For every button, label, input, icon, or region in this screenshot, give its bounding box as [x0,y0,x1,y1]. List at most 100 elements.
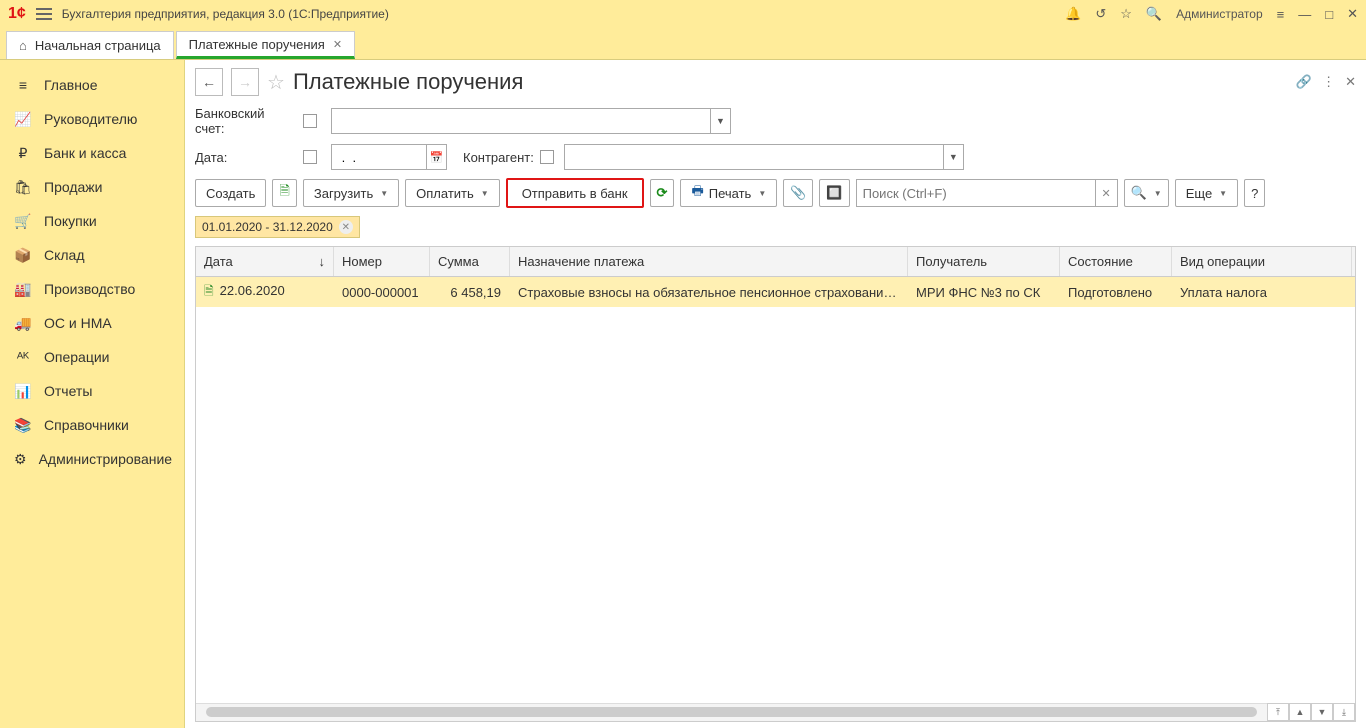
chevron-down-icon: ▼ [380,189,388,198]
th-number[interactable]: Номер [334,247,430,276]
pay-button[interactable]: Оплатить▼ [405,179,500,207]
tab-home[interactable]: ⌂ Начальная страница [6,31,174,59]
th-recipient[interactable]: Получатель [908,247,1060,276]
tab-payment-orders[interactable]: Платежные поручения ✕ [176,31,355,59]
chevron-down-icon: ▼ [1219,189,1227,198]
main-menu-icon[interactable] [36,8,52,20]
calendar-icon[interactable]: 📅 [427,144,447,170]
th-label: Номер [342,254,382,269]
ops-icon: ᴬᴷ [14,349,32,365]
cell-number: 0000-000001 [334,285,430,300]
counterparty-checkbox[interactable] [540,150,554,164]
sidebar-item-main[interactable]: ≡Главное [0,68,184,102]
app-title: Бухгалтерия предприятия, редакция 3.0 (1… [62,7,1055,21]
user-label[interactable]: Администратор [1176,7,1263,21]
send-to-bank-button[interactable]: Отправить в банк [506,178,644,208]
sidebar-item-label: Банк и касса [44,145,126,161]
th-operation[interactable]: Вид операции [1172,247,1352,276]
bank-account-input[interactable] [331,108,711,134]
search-input[interactable] [856,179,1096,207]
scroll-up-button[interactable]: ▲ [1289,703,1311,721]
th-label: Состояние [1068,254,1133,269]
related-button[interactable]: 🔲 [819,179,849,207]
sidebar-item-label: Операции [44,349,110,365]
search-icon: 🔍 [1131,185,1147,201]
search-button[interactable]: 🔍▼ [1124,179,1169,207]
tab-active-label: Платежные поручения [189,37,325,52]
more-button[interactable]: Еще▼ [1175,179,1238,207]
search-clear-button[interactable]: ✕ [1096,179,1118,207]
th-label: Назначение платежа [518,254,644,269]
table-row[interactable]: 🗎22.06.2020 0000-000001 6 458,19 Страхов… [196,277,1355,307]
cell-state: Подготовлено [1060,285,1172,300]
scroll-down-button[interactable]: ▼ [1311,703,1333,721]
th-sum[interactable]: Сумма [430,247,510,276]
sidebar-item-label: Продажи [44,179,102,195]
nav-forward-button[interactable]: → [231,68,259,96]
sidebar-item-purchases[interactable]: 🛒Покупки [0,204,184,238]
minimize-icon[interactable]: — [1298,7,1311,22]
sidebar-item-references[interactable]: 📚 Справочники [0,408,184,442]
th-purpose[interactable]: Назначение платежа [510,247,908,276]
scroll-top-button[interactable]: ⤒ [1267,703,1289,721]
copy-button[interactable]: 🗎 [272,179,296,207]
nav-back-button[interactable]: ← [195,68,223,96]
app-logo: 1¢ [8,5,26,23]
bank-account-checkbox[interactable] [303,114,317,128]
tab-close-icon[interactable]: ✕ [333,38,342,51]
bell-icon[interactable]: 🔔 [1065,6,1081,22]
sidebar-item-admin[interactable]: ⚙Администрирование [0,442,184,476]
barchart-icon: 📊 [14,383,32,400]
bank-account-dropdown-icon[interactable]: ▼ [711,108,731,134]
settings-icon[interactable]: ≡ [1277,7,1285,22]
link-icon[interactable]: 🔗 [1296,74,1312,90]
sidebar-item-warehouse[interactable]: 📦Склад [0,238,184,272]
counterparty-input[interactable] [564,144,944,170]
sidebar-item-label: ОС и НМА [44,315,112,331]
help-button[interactable]: ? [1244,179,1265,207]
counterparty-dropdown-icon[interactable]: ▼ [944,144,964,170]
close-page-icon[interactable]: ✕ [1345,74,1356,90]
favorite-icon[interactable]: ☆ [1120,6,1132,22]
button-label: Загрузить [314,186,373,201]
home-icon: ⌂ [19,38,27,53]
sidebar-item-sales[interactable]: 🛍Продажи [0,170,184,204]
horizontal-scrollbar[interactable] [196,703,1267,721]
history-icon[interactable]: ↺ [1095,6,1106,22]
date-input[interactable] [331,144,427,170]
tab-home-label: Начальная страница [35,38,161,53]
sidebar-item-reports[interactable]: 📊Отчеты [0,374,184,408]
th-state[interactable]: Состояние [1060,247,1172,276]
maximize-icon[interactable]: □ [1325,7,1333,22]
scroll-bottom-button[interactable]: ⤓ [1333,703,1355,721]
sidebar-item-label: Администрирование [39,451,173,467]
th-date[interactable]: Дата↓ [196,247,334,276]
sidebar-item-bank[interactable]: ₽ Банк и касса [0,136,184,170]
sidebar-item-operations[interactable]: ᴬᴷ Операции [0,340,184,374]
star-icon[interactable]: ☆ [267,70,285,95]
print-button[interactable]: 🖶Печать▼ [680,179,777,207]
refresh-button[interactable]: ⟳ [650,179,675,207]
chip-close-icon[interactable]: ✕ [339,220,353,234]
cell-operation: Уплата налога [1172,285,1352,300]
date-checkbox[interactable] [303,150,317,164]
sidebar-item-production[interactable]: 🏭Производство [0,272,184,306]
sidebar-item-assets[interactable]: 🚚ОС и НМА [0,306,184,340]
bank-account-label: Банковский счет: [195,106,297,136]
sidebar-item-manager[interactable]: 📈Руководителю [0,102,184,136]
attach-button[interactable]: 📎 [783,179,813,207]
create-button[interactable]: Создать [195,179,266,207]
ruble-icon: ₽ [14,145,32,162]
more-actions-icon[interactable]: ⋮ [1322,74,1335,90]
search-icon[interactable]: 🔍 [1146,6,1162,22]
sidebar-item-label: Справочники [44,417,129,433]
menu-icon: ≡ [14,77,32,93]
date-filter-chip[interactable]: 01.01.2020 - 31.12.2020 ✕ [195,216,360,238]
cell-recipient: МРИ ФНС №3 по СК [908,285,1060,300]
chevron-down-icon: ▼ [1154,189,1162,198]
load-button[interactable]: Загрузить ▼ [303,179,399,207]
books-icon: 📚 [14,417,32,434]
th-label: Дата [204,254,233,269]
close-icon[interactable]: ✕ [1347,6,1358,22]
chart-icon: 📈 [14,111,32,128]
